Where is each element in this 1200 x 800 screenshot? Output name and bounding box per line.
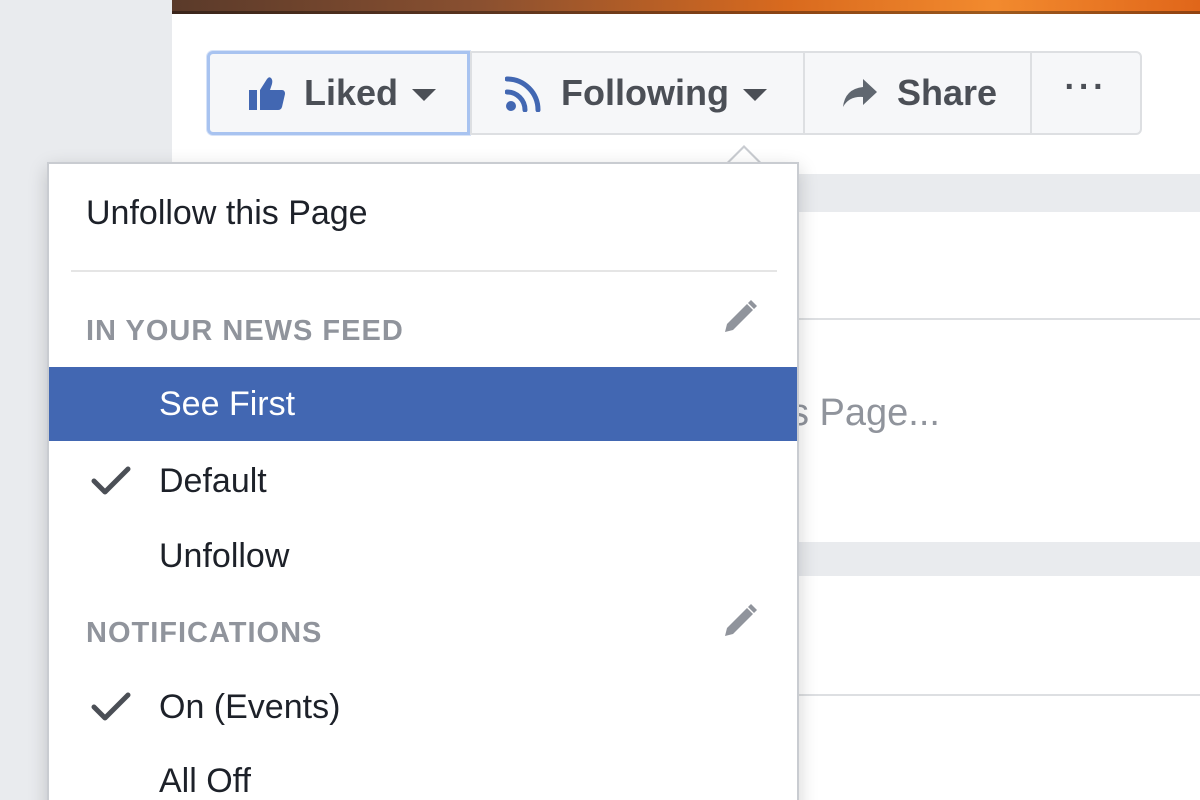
more-options-button[interactable]: ···: [1030, 51, 1142, 135]
menu-separator: [71, 270, 777, 272]
unfollow-label: Unfollow: [159, 536, 290, 575]
liked-label: Liked: [304, 72, 399, 113]
on-events-option[interactable]: On (Events): [49, 670, 797, 744]
on-events-label: On (Events): [159, 687, 341, 726]
thumbs-up-icon: [248, 75, 286, 111]
default-label: Default: [159, 461, 267, 500]
pencil-icon[interactable]: [719, 298, 759, 343]
share-arrow-icon: [841, 77, 879, 109]
see-first-label: See First: [159, 384, 296, 423]
unfollow-option[interactable]: Unfollow: [49, 519, 797, 593]
checkmark-icon: [91, 691, 131, 723]
checkmark-icon: [91, 465, 131, 497]
dropdown-pointer: [726, 145, 762, 164]
cover-photo-edge: [172, 0, 1200, 14]
more-dots-icon: ···: [1064, 68, 1108, 106]
notifications-section-header: NOTIFICATIONS: [86, 617, 323, 649]
news-feed-section-header: IN YOUR NEWS FEED: [86, 315, 404, 347]
liked-button[interactable]: Liked: [207, 51, 470, 135]
following-button[interactable]: Following: [470, 51, 803, 135]
all-off-label: All Off: [159, 761, 251, 800]
page-action-bar: Liked Following Share ···: [207, 51, 1142, 135]
default-option[interactable]: Default: [49, 444, 797, 518]
unfollow-page-option[interactable]: Unfollow this Page: [49, 194, 797, 233]
chevron-down-icon: [742, 89, 767, 101]
composer-placeholder-text[interactable]: s Page...: [790, 392, 940, 435]
facebook-page-view: s Page... Liked Following Share ··· Unfo…: [0, 0, 1200, 800]
chevron-down-icon: [412, 89, 437, 101]
pencil-icon[interactable]: [719, 602, 759, 647]
share-button[interactable]: Share: [803, 51, 1030, 135]
see-first-option[interactable]: See First: [49, 367, 797, 441]
following-label: Following: [561, 72, 729, 113]
rss-feed-icon: [505, 74, 543, 112]
all-off-option[interactable]: All Off: [49, 744, 797, 800]
share-label: Share: [897, 72, 998, 113]
following-dropdown-menu: Unfollow this Page IN YOUR NEWS FEED See…: [47, 162, 799, 800]
